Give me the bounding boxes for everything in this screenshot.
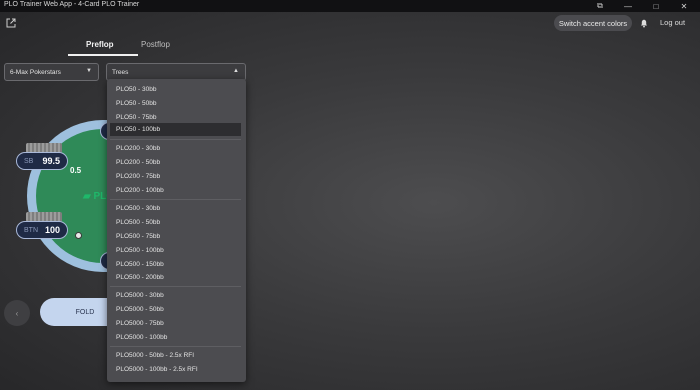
back-button[interactable]: ‹ [4,300,30,326]
open-external-icon[interactable] [6,18,16,28]
dropdown-divider [110,139,241,140]
tree-select-value: Trees [112,69,129,76]
bet-amount: 0.5 [70,166,82,175]
window-title: PLO Trainer Web App - 4-Card PLO Trainer [4,1,140,8]
trees-dropdown-menu: PLO50 - 30bb PLO50 - 50bb PLO50 - 75bb P… [107,79,246,382]
dropdown-item[interactable]: PLO500 - 200bb [110,271,241,284]
close-icon[interactable]: ✕ [670,0,698,12]
site-select[interactable]: 6-Max Pokerstars ▼ [4,63,99,81]
dropdown-item[interactable]: PLO500 - 150bb [110,258,241,271]
dropdown-item-selected[interactable]: PLO50 - 100bb [110,123,241,136]
app-header: Switch accent colors Log out [0,12,700,36]
chevron-down-icon: ▼ [86,68,92,74]
tab-postflop[interactable]: Postflop [141,40,170,49]
dropdown-item[interactable]: PLO5000 - 75bb [110,317,241,330]
minimize-icon[interactable]: — [614,0,642,12]
dropdown-divider [110,286,241,287]
seat-stack-value: 99.5 [42,156,60,166]
seat-position-label: BTN [24,226,38,234]
dropdown-item[interactable]: PLO50 - 30bb [110,83,241,96]
seat-btn: BTN 100 [16,221,68,239]
site-select-value: 6-Max Pokerstars [10,69,61,76]
maximize-icon[interactable]: □ [642,0,670,12]
dropdown-item[interactable]: PLO5000 - 30bb [110,289,241,302]
tab-preflop[interactable]: Preflop [86,40,114,49]
dropdown-item[interactable]: PLO5000 - 100bb [110,331,241,344]
switch-accent-colors-button[interactable]: Switch accent colors [554,15,632,31]
logout-link[interactable]: Log out [660,18,685,27]
seat-position-label: SB [24,157,34,165]
dropdown-item[interactable]: PLO5000 - 100bb - 2.5x RFI [110,363,241,376]
dropdown-item[interactable]: PLO500 - 30bb [110,202,241,215]
dropdown-item[interactable]: PLO5000 - 50bb - 2.5x RFI [110,349,241,362]
dealer-button [75,232,82,239]
dropdown-item[interactable]: PLO200 - 100bb [110,184,241,197]
snap-icon[interactable]: ⧉ [586,0,614,12]
dropdown-item[interactable]: PLO200 - 50bb [110,156,241,169]
dropdown-divider [110,199,241,200]
dropdown-item[interactable]: PLO200 - 75bb [110,170,241,183]
dropdown-item[interactable]: PLO200 - 30bb [110,142,241,155]
dropdown-item[interactable]: PLO500 - 75bb [110,230,241,243]
dropdown-divider [110,346,241,347]
bell-icon[interactable] [639,18,649,28]
dropdown-item[interactable]: PLO500 - 50bb [110,216,241,229]
active-tab-indicator [68,54,138,56]
seat-sb: SB 99.5 [16,152,68,170]
chevron-up-icon: ▲ [233,68,239,74]
seat-stack-value: 100 [44,225,60,235]
title-bar: PLO Trainer Web App - 4-Card PLO Trainer… [0,0,700,12]
dropdown-item[interactable]: PLO5000 - 50bb [110,303,241,316]
dropdown-item[interactable]: PLO50 - 50bb [110,97,241,110]
dropdown-item[interactable]: PLO500 - 100bb [110,244,241,257]
